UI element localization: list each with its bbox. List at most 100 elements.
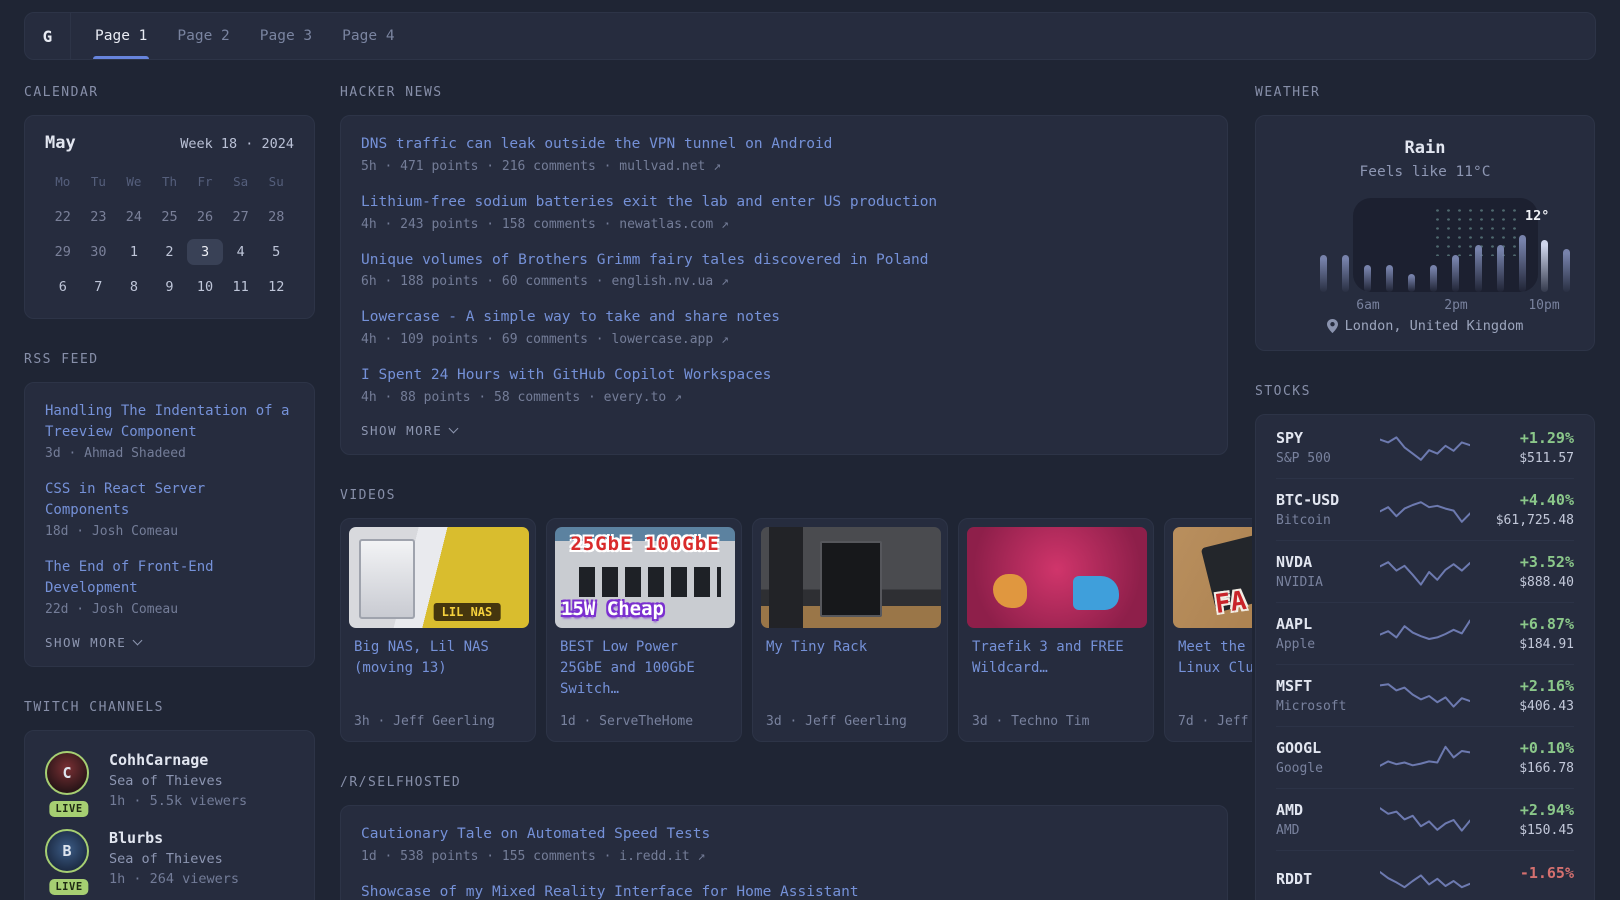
- reddit-item-title[interactable]: Cautionary Tale on Automated Speed Tests: [361, 824, 1207, 846]
- rss-show-more-button[interactable]: SHOW MORE: [45, 635, 294, 650]
- calendar-day[interactable]: 5: [258, 239, 294, 265]
- stock-row[interactable]: GOOGL Google +0.10% $166.78: [1276, 726, 1574, 788]
- stock-change: +4.40%: [1474, 491, 1574, 509]
- videos-row: LIL NAS Big NAS, Lil NAS (moving 13) 3h …: [340, 518, 1252, 742]
- rss-item-title[interactable]: CSS in React Server Components: [45, 479, 294, 521]
- stock-sparkline: [1380, 616, 1470, 652]
- page-tab[interactable]: Page 4: [340, 13, 396, 59]
- weather-peak-temp: 12°: [1525, 208, 1549, 224]
- stock-name: NVIDIA: [1276, 575, 1380, 590]
- stock-ticker[interactable]: BTC-USD: [1276, 491, 1380, 509]
- calendar-day[interactable]: 22: [45, 204, 81, 230]
- calendar-day[interactable]: 27: [223, 204, 259, 230]
- stock-ticker[interactable]: MSFT: [1276, 677, 1380, 695]
- chevron-down-icon: [449, 423, 459, 433]
- calendar-day[interactable]: 8: [116, 274, 152, 300]
- hackernews-show-more-button[interactable]: SHOW MORE: [361, 423, 1207, 438]
- calendar-day[interactable]: 3: [187, 239, 223, 265]
- calendar-day[interactable]: 11: [223, 274, 259, 300]
- calendar-day[interactable]: 23: [81, 204, 117, 230]
- twitch-channel-info: CohhCarnage Sea of Thieves 1h · 5.5k vie…: [109, 751, 247, 809]
- calendar-day[interactable]: 9: [152, 274, 188, 300]
- video-thumbnail[interactable]: LIL NAS: [349, 527, 529, 628]
- stock-row[interactable]: AAPL Apple +6.87% $184.91: [1276, 602, 1574, 664]
- dashboard-page: G Page 1Page 2Page 3Page 4 CALENDAR May …: [24, 0, 1596, 900]
- app-logo[interactable]: G: [25, 13, 71, 59]
- stock-ticker[interactable]: RDDT: [1276, 870, 1380, 888]
- videos-section: VIDEOS LIL NAS Big NAS, Lil NAS (moving …: [340, 488, 1228, 742]
- video-title[interactable]: My Tiny Rack: [766, 637, 934, 658]
- page-tab[interactable]: Page 2: [175, 13, 231, 59]
- live-badge: LIVE: [49, 879, 88, 895]
- video-thumbnail[interactable]: FA: [1173, 527, 1252, 628]
- calendar-day[interactable]: 24: [116, 204, 152, 230]
- stock-ticker[interactable]: NVDA: [1276, 553, 1380, 571]
- stock-row[interactable]: SPY S&P 500 +1.29% $511.57: [1276, 417, 1574, 478]
- stock-left: RDDT: [1276, 870, 1380, 892]
- weather-section: WEATHER Rain Feels like 11°C 12° 6am 2pm…: [1255, 85, 1595, 351]
- calendar-day[interactable]: 25: [152, 204, 188, 230]
- twitch-avatar-wrap: B LIVE: [45, 829, 93, 887]
- twitch-channel-name[interactable]: Blurbs: [109, 829, 239, 847]
- calendar-day[interactable]: 10: [187, 274, 223, 300]
- stock-price: $150.45: [1474, 823, 1574, 838]
- calendar-day[interactable]: 7: [81, 274, 117, 300]
- weather-bar-chart: 12° 6am 2pm 10pm: [1320, 202, 1570, 292]
- calendar-weekday: Tu: [81, 169, 117, 195]
- video-thumbnail[interactable]: [967, 527, 1147, 628]
- reddit-card: Cautionary Tale on Automated Speed Tests…: [340, 805, 1228, 900]
- hackernews-item-title[interactable]: Lithium-free sodium batteries exit the l…: [361, 192, 1207, 214]
- calendar-section-title: CALENDAR: [24, 85, 315, 100]
- stock-ticker[interactable]: AAPL: [1276, 615, 1380, 633]
- video-title[interactable]: Big NAS, Lil NAS (moving 13): [354, 637, 522, 679]
- calendar-day[interactable]: 26: [187, 204, 223, 230]
- rss-item-title[interactable]: The End of Front-End Development: [45, 557, 294, 599]
- twitch-channel-name[interactable]: CohhCarnage: [109, 751, 247, 769]
- avatar[interactable]: C: [45, 751, 89, 795]
- calendar-day[interactable]: 6: [45, 274, 81, 300]
- video-title[interactable]: Traefik 3 and FREE Wildcard…: [972, 637, 1140, 679]
- hackernews-item-title[interactable]: I Spent 24 Hours with GitHub Copilot Wor…: [361, 365, 1207, 387]
- stock-ticker[interactable]: SPY: [1276, 429, 1380, 447]
- calendar-weekday: Mo: [45, 169, 81, 195]
- stock-ticker[interactable]: GOOGL: [1276, 739, 1380, 757]
- page-tab[interactable]: Page 3: [258, 13, 314, 59]
- video-title[interactable]: Meet the Linux Clu: [1178, 637, 1252, 679]
- video-title[interactable]: BEST Low Power 25GbE and 100GbE Switch…: [560, 637, 728, 700]
- calendar-day[interactable]: 2: [152, 239, 188, 265]
- calendar-day[interactable]: 12: [258, 274, 294, 300]
- stock-row[interactable]: MSFT Microsoft +2.16% $406.43: [1276, 664, 1574, 726]
- stock-row[interactable]: BTC-USD Bitcoin +4.40% $61,725.48: [1276, 478, 1574, 540]
- stock-left: MSFT Microsoft: [1276, 677, 1380, 714]
- calendar-day[interactable]: 1: [116, 239, 152, 265]
- calendar-day[interactable]: 29: [45, 239, 81, 265]
- hackernews-item-meta: 4h · 243 points · 158 comments · newatla…: [361, 217, 1207, 232]
- stock-ticker[interactable]: AMD: [1276, 801, 1380, 819]
- hackernews-item-title[interactable]: DNS traffic can leak outside the VPN tun…: [361, 134, 1207, 156]
- hackernews-item-title[interactable]: Unique volumes of Brothers Grimm fairy t…: [361, 250, 1207, 272]
- reddit-section: /R/SELFHOSTED Cautionary Tale on Automat…: [340, 775, 1228, 900]
- hackernews-item-title[interactable]: Lowercase - A simple way to take and sha…: [361, 307, 1207, 329]
- stock-sparkline: [1380, 740, 1470, 776]
- stock-left: SPY S&P 500: [1276, 429, 1380, 466]
- video-thumbnail[interactable]: 25GbE 100GbE 15W Cheap: [555, 527, 735, 628]
- avatar[interactable]: B: [45, 829, 89, 873]
- stock-row[interactable]: RDDT -1.65%: [1276, 850, 1574, 900]
- weather-condition: Rain: [1276, 138, 1574, 158]
- stock-row[interactable]: NVDA NVIDIA +3.52% $888.40: [1276, 540, 1574, 602]
- stock-row[interactable]: AMD AMD +2.94% $150.45: [1276, 788, 1574, 850]
- calendar-day[interactable]: 30: [81, 239, 117, 265]
- stocks-list: SPY S&P 500 +1.29% $511.57 BTC-USD: [1276, 417, 1574, 900]
- rss-item-title[interactable]: Handling The Indentation of a Treeview C…: [45, 401, 294, 443]
- calendar-day[interactable]: 4: [223, 239, 259, 265]
- video-meta: 3d · Jeff Geerling: [766, 706, 934, 729]
- weather-bar: [1364, 265, 1371, 292]
- page-tab[interactable]: Page 1: [93, 13, 149, 59]
- calendar-day[interactable]: 28: [258, 204, 294, 230]
- stock-right: +2.16% $406.43: [1474, 677, 1574, 714]
- calendar-card: May Week 18 · 2024 MoTuWeThFrSaSu 222324…: [24, 115, 315, 319]
- video-thumbnail[interactable]: [761, 527, 941, 628]
- rss-item-meta: 18d · Josh Comeau: [45, 524, 294, 539]
- hackernews-item: Lowercase - A simple way to take and sha…: [361, 307, 1207, 347]
- reddit-item-title[interactable]: Showcase of my Mixed Reality Interface f…: [361, 882, 1207, 900]
